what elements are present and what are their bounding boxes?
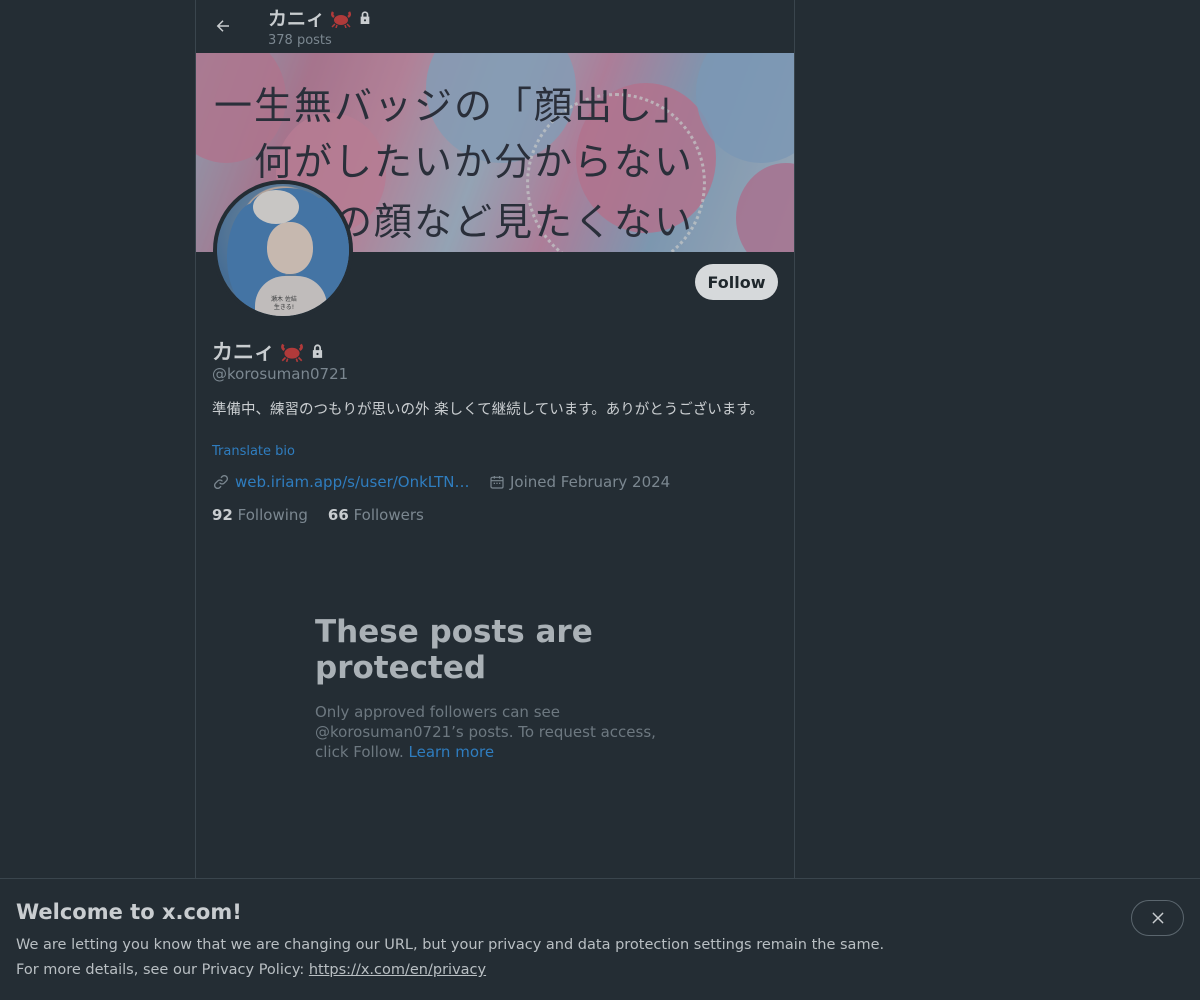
profile-website-link[interactable]: web.iriam.app/s/user/OnkLTNm… (235, 473, 475, 491)
calendar-icon (489, 474, 505, 490)
privacy-policy-link[interactable]: https://x.com/en/privacy (309, 962, 486, 978)
profile-name: カニィ (212, 340, 275, 364)
top-bar: カニィ 378 posts (196, 0, 794, 53)
crab-emoji-icon (279, 340, 305, 362)
header-name: カニィ (268, 8, 326, 30)
protected-notice: These posts are protected Only approved … (315, 614, 685, 762)
profile-name-row: カニィ (212, 336, 326, 366)
link-icon (212, 473, 230, 491)
notice-line-2: For more details, see our Privacy Policy… (16, 962, 487, 978)
banner-line-3: の顔など見たくない (334, 200, 695, 244)
followers-link[interactable]: 66 Followers (328, 506, 424, 524)
notice-line-1: We are letting you know that we are chan… (16, 937, 885, 953)
close-icon (1150, 910, 1166, 926)
url-change-notice: Welcome to x.com! We are letting you kno… (0, 878, 1200, 1000)
profile-meta: web.iriam.app/s/user/OnkLTNm… Joined Feb… (212, 473, 670, 491)
close-notice-button[interactable] (1131, 900, 1184, 936)
translate-bio-link[interactable]: Translate bio (212, 444, 295, 459)
header-title: カニィ (268, 4, 373, 31)
protected-title: These posts are protected (315, 614, 593, 686)
follow-button[interactable]: Follow (695, 264, 778, 300)
back-button[interactable] (206, 9, 240, 43)
lock-icon (357, 10, 373, 26)
posts-count: 378 posts (268, 33, 332, 48)
arrow-left-icon (214, 17, 232, 35)
joined-date: Joined February 2024 (510, 473, 671, 491)
profile-column: カニィ 378 posts 一生無バッジの「顔出し」 何がしたいか分からない の… (195, 0, 795, 878)
protected-description: Only approved followers can see @korosum… (315, 703, 656, 761)
banner-line-2: 何がしたいか分からない (254, 140, 695, 184)
lock-icon (309, 343, 326, 360)
follow-stats: 92 Following 66 Followers (212, 506, 424, 524)
following-link[interactable]: 92 Following (212, 506, 308, 524)
avatar[interactable]: 瀬木 佐結 生きる! (213, 180, 353, 320)
learn-more-link[interactable]: Learn more (409, 743, 495, 761)
banner-line-1: 一生無バッジの「顔出し」 (214, 84, 695, 128)
crab-emoji-icon (329, 8, 353, 28)
notice-title: Welcome to x.com! (16, 900, 242, 924)
profile-bio: 準備中、練習のつもりが思いの外 楽しくて継続しています。ありがとうございます。 (212, 402, 764, 418)
profile-handle: @korosuman0721 (212, 365, 349, 383)
